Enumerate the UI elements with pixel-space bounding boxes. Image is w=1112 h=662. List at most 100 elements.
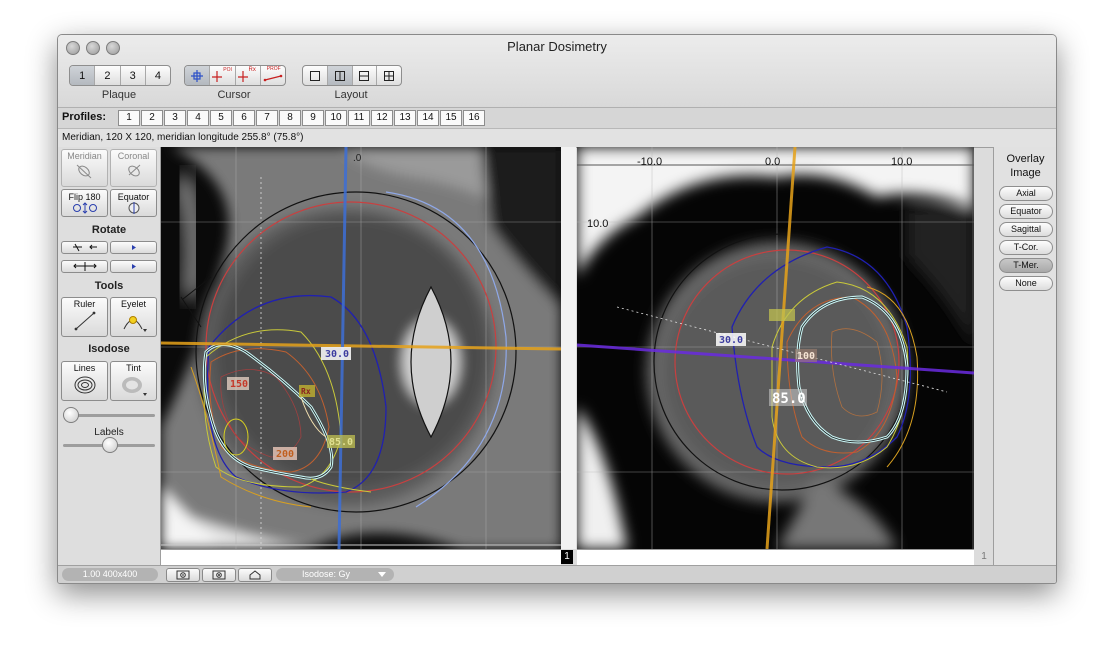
iso-label-30-right: 30.0 bbox=[719, 335, 743, 346]
rotate-step-right-button-2[interactable] bbox=[110, 260, 157, 273]
ruler-button[interactable]: Ruler bbox=[61, 297, 108, 337]
flip-label: Flip 180 bbox=[68, 192, 101, 202]
rotate-cw-icon bbox=[72, 262, 97, 271]
two-pane-vertical-icon[interactable] bbox=[327, 66, 353, 85]
rotate-ccw-button[interactable] bbox=[61, 241, 108, 254]
plaque-selector: 1 2 3 4 bbox=[69, 65, 171, 86]
profile-button-4[interactable]: 4 bbox=[187, 110, 209, 126]
app-window: Planar Dosimetry 1 2 3 4 Plaque POI Rx P… bbox=[57, 34, 1057, 584]
iso-label-85-right: 85.0 bbox=[772, 391, 806, 407]
profile-button-9[interactable]: 9 bbox=[302, 110, 324, 126]
isodose-slider-knob[interactable] bbox=[63, 407, 79, 423]
plaque-option-4[interactable]: 4 bbox=[146, 66, 170, 85]
iso-label-85: 85.0 bbox=[329, 437, 353, 448]
profile-button-16[interactable]: 16 bbox=[463, 110, 485, 126]
overlay-title: Overlay Image bbox=[994, 152, 1056, 180]
x-tick-0: 0.0 bbox=[765, 156, 780, 168]
equator-viewport[interactable]: -10.0 0.0 10.0 10.0 30.0 100 85.0 bbox=[577, 147, 974, 549]
status-bar: Meridian, 120 X 120, meridian longitude … bbox=[58, 128, 1056, 148]
cursor-selector: POI Rx PROF bbox=[184, 65, 286, 86]
profile-button-8[interactable]: 8 bbox=[279, 110, 301, 126]
labels-slider-knob[interactable] bbox=[102, 437, 118, 453]
meridian-image: 30.0 150 Rx 200 85.0 .0 bbox=[161, 147, 561, 549]
isodose-lines-icon bbox=[74, 376, 95, 394]
profile-button-13[interactable]: 13 bbox=[394, 110, 416, 126]
left-tool-panel: Meridian Coronal Flip 180 Equator Rotate bbox=[58, 147, 161, 565]
meridian-viewport[interactable]: 30.0 150 Rx 200 85.0 .0 bbox=[161, 147, 561, 549]
profile-button-7[interactable]: 7 bbox=[256, 110, 278, 126]
flip-180-button[interactable]: Flip 180 bbox=[61, 189, 108, 217]
overlay-sagittal-button[interactable]: Sagittal bbox=[999, 222, 1053, 237]
rx-cursor-icon[interactable]: Rx bbox=[236, 66, 261, 85]
isodose-unit-menu[interactable]: Isodose: Gy bbox=[276, 568, 394, 581]
profile-button-6[interactable]: 6 bbox=[233, 110, 255, 126]
isodose-lines-button[interactable]: Lines bbox=[61, 361, 108, 401]
zoom-readout: 1.00 400x400 bbox=[62, 568, 158, 581]
equator-button[interactable]: Equator bbox=[110, 189, 157, 217]
layout-selector bbox=[302, 65, 402, 86]
profile-button-10[interactable]: 10 bbox=[325, 110, 347, 126]
profile-button-2[interactable]: 2 bbox=[141, 110, 163, 126]
overlay-none-button[interactable]: None bbox=[999, 276, 1053, 291]
right-ruler-strip bbox=[577, 549, 974, 566]
equator-label: Equator bbox=[117, 192, 150, 202]
single-pane-icon[interactable] bbox=[303, 66, 328, 85]
bottom-bar: 1.00 400x400 Isodose: Gy bbox=[58, 565, 1056, 583]
rotate-step-right-button-1[interactable] bbox=[110, 241, 157, 254]
meridian-button[interactable]: Meridian bbox=[61, 149, 108, 187]
profiles-label: Profiles: bbox=[62, 111, 107, 123]
equator-icon bbox=[128, 202, 139, 214]
isodose-tint-button[interactable]: Tint bbox=[110, 361, 157, 401]
zoom-out-button[interactable] bbox=[166, 568, 200, 582]
profile-button-14[interactable]: 14 bbox=[417, 110, 439, 126]
equator-image: -10.0 0.0 10.0 10.0 30.0 100 85.0 bbox=[577, 147, 974, 549]
cursor-label: Cursor bbox=[217, 89, 251, 101]
layout-label: Layout bbox=[334, 89, 368, 101]
zoom-in-icon bbox=[212, 570, 226, 580]
plaque-option-2[interactable]: 2 bbox=[95, 66, 121, 85]
tick-label-top: .0 bbox=[353, 153, 362, 164]
plaque-option-3[interactable]: 3 bbox=[121, 66, 146, 85]
iso-label-rx: Rx bbox=[301, 387, 311, 396]
plaque-option-1[interactable]: 1 bbox=[70, 66, 96, 85]
rotate-title: Rotate bbox=[91, 224, 127, 236]
profile-button-1[interactable]: 1 bbox=[118, 110, 140, 126]
coronal-button[interactable]: Coronal bbox=[110, 149, 157, 187]
overlay-equator-button[interactable]: Equator bbox=[999, 204, 1053, 219]
x-tick-minus10: -10.0 bbox=[637, 156, 662, 168]
flip-icon bbox=[72, 202, 97, 214]
overlay-title-line1: Overlay bbox=[1006, 153, 1045, 165]
overlay-tmer-button[interactable]: T-Mer. bbox=[999, 258, 1053, 273]
overlay-axial-button[interactable]: Axial bbox=[999, 186, 1053, 201]
right-frame-number: 1 bbox=[981, 551, 987, 562]
profile-button-15[interactable]: 15 bbox=[440, 110, 462, 126]
left-frame-number: 1 bbox=[561, 550, 573, 564]
four-pane-icon[interactable] bbox=[377, 66, 401, 85]
two-pane-horizontal-icon[interactable] bbox=[353, 66, 378, 85]
crosshair-icon[interactable] bbox=[185, 66, 211, 85]
iso-label-100: 100 bbox=[797, 351, 815, 362]
profile-button-11[interactable]: 11 bbox=[348, 110, 370, 126]
iso-label-200: 200 bbox=[276, 449, 294, 460]
lines-label: Lines bbox=[73, 363, 96, 373]
overlay-image-panel: Overlay Image Axial Equator Sagittal T-C… bbox=[993, 147, 1056, 565]
chevron-down-icon bbox=[378, 572, 386, 577]
play-right-icon-2 bbox=[131, 264, 136, 269]
rotate-cw-button[interactable] bbox=[61, 260, 108, 273]
plaque-label: Plaque bbox=[101, 89, 137, 101]
isodose-tint-icon bbox=[121, 377, 147, 396]
profile-cursor-icon[interactable]: PROF bbox=[261, 66, 285, 85]
rotate-ccw-icon bbox=[72, 243, 97, 252]
eyelet-label: Eyelet bbox=[120, 299, 146, 309]
overlay-title-line2: Image bbox=[1010, 167, 1041, 179]
overlay-tcor-button[interactable]: T-Cor. bbox=[999, 240, 1053, 255]
coronal-view-icon bbox=[127, 164, 140, 177]
profile-button-12[interactable]: 12 bbox=[371, 110, 393, 126]
eyelet-icon bbox=[123, 316, 147, 332]
home-button[interactable] bbox=[238, 568, 272, 582]
eyelet-button[interactable]: Eyelet bbox=[110, 297, 157, 337]
profile-button-3[interactable]: 3 bbox=[164, 110, 186, 126]
poi-cursor-icon[interactable]: POI bbox=[210, 66, 236, 85]
zoom-in-button[interactable] bbox=[202, 568, 236, 582]
profile-button-5[interactable]: 5 bbox=[210, 110, 232, 126]
